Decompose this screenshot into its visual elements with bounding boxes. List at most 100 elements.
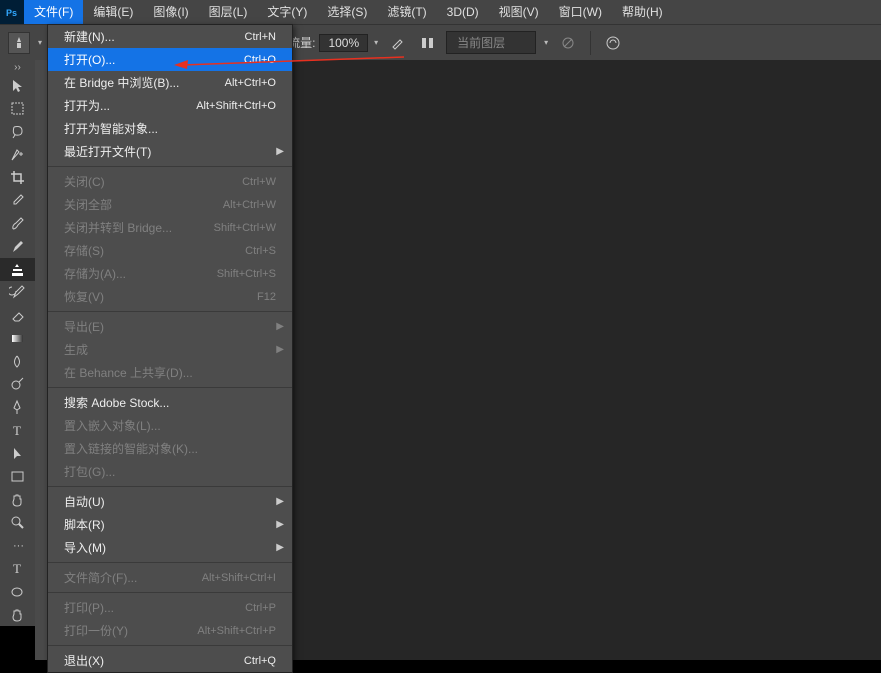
edit-toolbar[interactable]: ··· xyxy=(0,534,35,557)
lasso-tool[interactable] xyxy=(0,120,35,143)
menu-图层l[interactable]: 图层(L) xyxy=(199,0,258,24)
menu-窗口w[interactable]: 窗口(W) xyxy=(549,0,612,24)
healing-brush-tool[interactable] xyxy=(0,212,35,235)
menu-item-label: 打印一份(Y) xyxy=(64,622,197,639)
menu-item: 置入链接的智能对象(K)... xyxy=(48,437,292,460)
chevron-down-icon[interactable]: ▾ xyxy=(38,38,42,47)
menu-文字y[interactable]: 文字(Y) xyxy=(257,0,317,24)
menu-视图v[interactable]: 视图(V) xyxy=(489,0,549,24)
zoom-tool[interactable] xyxy=(0,511,35,534)
menu-item-shortcut: F12 xyxy=(257,291,276,303)
submenu-arrow-icon: ▶ xyxy=(276,496,284,507)
layer-combo-text: 当前图层 xyxy=(457,36,505,50)
menu-item-shortcut: Ctrl+O xyxy=(244,54,276,66)
history-brush-tool[interactable] xyxy=(0,281,35,304)
hand-tool[interactable] xyxy=(0,488,35,511)
type-tool[interactable]: T xyxy=(0,419,35,442)
gradient-tool[interactable] xyxy=(0,327,35,350)
pressure-size-icon[interactable] xyxy=(601,31,625,55)
menu-item-shortcut: Alt+Ctrl+O xyxy=(225,77,276,89)
sample-layer-select[interactable]: 当前图层 xyxy=(446,31,536,54)
menu-选择s[interactable]: 选择(S) xyxy=(317,0,377,24)
blur-tool[interactable] xyxy=(0,350,35,373)
tool-preset-icon[interactable] xyxy=(8,32,30,54)
flow-value[interactable]: 100% xyxy=(319,34,368,52)
menu-图像i[interactable]: 图像(I) xyxy=(143,0,198,24)
menu-item-label: 关闭全部 xyxy=(64,196,223,213)
menu-item[interactable]: 搜索 Adobe Stock... xyxy=(48,391,292,414)
flow-group: 流量: 100% ▾ xyxy=(288,34,380,52)
shape-tool[interactable] xyxy=(0,580,35,603)
quick-select-tool[interactable] xyxy=(0,143,35,166)
menu-item[interactable]: 打开为智能对象... xyxy=(48,117,292,140)
menu-item-shortcut: Alt+Shift+Ctrl+P xyxy=(197,625,276,637)
menu-item[interactable]: 自动(U)▶ xyxy=(48,490,292,513)
menu-item-label: 自动(U) xyxy=(64,493,276,510)
ignore-adjustment-icon[interactable] xyxy=(556,31,580,55)
menu-item-label: 在 Bridge 中浏览(B)... xyxy=(64,74,225,91)
menu-item-label: 生成 xyxy=(64,341,276,358)
file-menu-dropdown: 新建(N)...Ctrl+N打开(O)...Ctrl+O在 Bridge 中浏览… xyxy=(47,24,293,673)
menu-item-label: 打开(O)... xyxy=(64,51,244,68)
menu-编辑e[interactable]: 编辑(E) xyxy=(83,0,143,24)
eraser-tool[interactable] xyxy=(0,304,35,327)
menu-item-label: 打开为智能对象... xyxy=(64,120,276,137)
menu-文件f[interactable]: 文件(F) xyxy=(24,0,83,24)
menu-滤镜t[interactable]: 滤镜(T) xyxy=(377,0,436,24)
type-tool-2[interactable]: T xyxy=(0,557,35,580)
menu-item[interactable]: 导入(M)▶ xyxy=(48,536,292,559)
menu-item-shortcut: Ctrl+S xyxy=(245,245,276,257)
menu-item[interactable]: 新建(N)...Ctrl+N xyxy=(48,25,292,48)
airbrush-icon[interactable] xyxy=(386,31,410,55)
menu-item-label: 最近打开文件(T) xyxy=(64,143,276,160)
menu-item: 打包(G)... xyxy=(48,460,292,483)
menu-separator xyxy=(48,562,292,563)
menu-item[interactable]: 在 Bridge 中浏览(B)...Alt+Ctrl+O xyxy=(48,71,292,94)
menu-item-shortcut: Alt+Shift+Ctrl+O xyxy=(196,100,276,112)
menu-item: 关闭全部Alt+Ctrl+W xyxy=(48,193,292,216)
menu-item[interactable]: 最近打开文件(T)▶ xyxy=(48,140,292,163)
menu-item-label: 关闭(C) xyxy=(64,173,242,190)
menu-3dd[interactable]: 3D(D) xyxy=(437,0,489,24)
dodge-tool[interactable] xyxy=(0,373,35,396)
menu-item-shortcut: Alt+Shift+Ctrl+I xyxy=(202,572,276,584)
align-icon[interactable] xyxy=(416,31,440,55)
menu-separator xyxy=(48,387,292,388)
menu-item: 打印一份(Y)Alt+Shift+Ctrl+P xyxy=(48,619,292,642)
menu-item: 打印(P)...Ctrl+P xyxy=(48,596,292,619)
menu-item: 存储为(A)...Shift+Ctrl+S xyxy=(48,262,292,285)
menu-item-shortcut: Ctrl+W xyxy=(242,176,276,188)
brush-tool[interactable] xyxy=(0,235,35,258)
marquee-tool[interactable] xyxy=(0,97,35,120)
toolbar-grip-icon[interactable]: ›› xyxy=(0,60,35,74)
menu-item[interactable]: 脚本(R)▶ xyxy=(48,513,292,536)
svg-text:···: ··· xyxy=(13,540,24,552)
menu-item[interactable]: 退出(X)Ctrl+Q xyxy=(48,649,292,672)
clone-stamp-tool[interactable] xyxy=(0,258,35,281)
eyedropper-tool[interactable] xyxy=(0,189,35,212)
path-select-tool[interactable] xyxy=(0,442,35,465)
menu-item-label: 文件简介(F)... xyxy=(64,569,202,586)
menu-item-label: 脚本(R) xyxy=(64,516,276,533)
rectangle-tool[interactable] xyxy=(0,465,35,488)
menu-item-label: 恢复(V) xyxy=(64,288,257,305)
menu-item-label: 退出(X) xyxy=(64,652,244,669)
menu-separator xyxy=(48,166,292,167)
menu-item[interactable]: 打开为...Alt+Shift+Ctrl+O xyxy=(48,94,292,117)
menu-item-label: 打包(G)... xyxy=(64,463,276,480)
chevron-down-icon[interactable]: ▾ xyxy=(544,38,548,47)
menu-item[interactable]: 打开(O)...Ctrl+O xyxy=(48,48,292,71)
menu-item-label: 打开为... xyxy=(64,97,196,114)
menu-item-shortcut: Ctrl+Q xyxy=(244,655,276,667)
menu-item: 关闭(C)Ctrl+W xyxy=(48,170,292,193)
ps-logo-icon: Ps xyxy=(0,0,24,24)
menu-帮助h[interactable]: 帮助(H) xyxy=(612,0,673,24)
submenu-arrow-icon: ▶ xyxy=(276,519,284,530)
pen-tool[interactable] xyxy=(0,396,35,419)
crop-tool[interactable] xyxy=(0,166,35,189)
chevron-down-icon[interactable]: ▾ xyxy=(374,38,378,47)
svg-text:Ps: Ps xyxy=(6,8,17,18)
menu-item-label: 在 Behance 上共享(D)... xyxy=(64,364,276,381)
move-tool[interactable] xyxy=(0,74,35,97)
hand-tool-2[interactable] xyxy=(0,603,35,626)
